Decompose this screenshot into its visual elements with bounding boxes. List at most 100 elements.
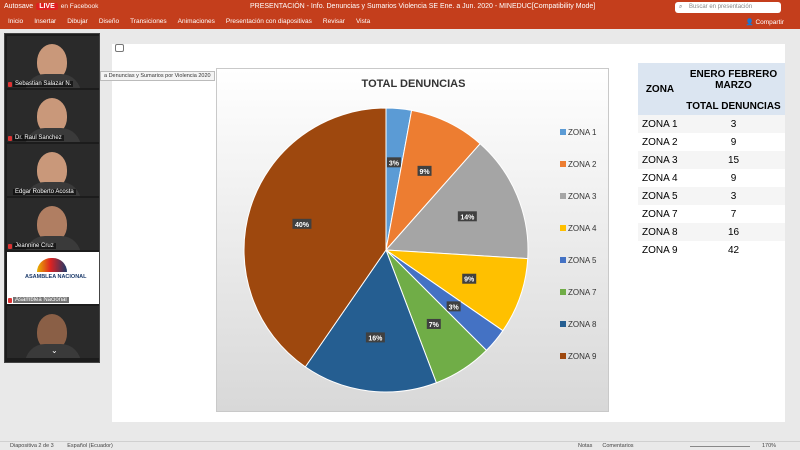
row-total: 7	[682, 205, 785, 223]
tab-transiciones[interactable]: Transiciones	[130, 18, 167, 25]
search-placeholder: Buscar en presentación	[689, 4, 753, 10]
legend-item: ZONA 4	[560, 224, 610, 234]
zoom-level[interactable]: 170%	[762, 443, 776, 449]
facebook-label: en Facebook	[60, 3, 99, 10]
legend-swatch	[560, 193, 566, 199]
legend-item: ZONA 7	[560, 288, 610, 298]
legend-item: ZONA 1	[560, 128, 610, 138]
row-total: 3	[682, 115, 785, 133]
legend-item: ZONA 9	[560, 352, 610, 362]
legend-swatch	[560, 129, 566, 135]
participant-name: Jeannine Cruz	[13, 243, 56, 249]
participant-tile[interactable]: Sebastian Salazar N.	[7, 36, 99, 88]
data-label: 9%	[464, 277, 475, 284]
asamblea-logo-icon	[37, 258, 67, 272]
table-row: ZONA 29	[638, 133, 785, 151]
share-button[interactable]: 👤 Compartir	[746, 18, 784, 26]
table-row: ZONA 49	[638, 169, 785, 187]
legend-label: ZONA 4	[568, 224, 597, 233]
legend-label: ZONA 8	[568, 320, 597, 329]
participant-name: Dr. Raul Sanchez	[13, 135, 64, 141]
tab-diseno[interactable]: Diseño	[99, 18, 119, 25]
tab-insertar[interactable]: Insertar	[34, 18, 56, 25]
zoom-slider[interactable]	[690, 446, 750, 447]
tab-revisar[interactable]: Revisar	[323, 18, 345, 25]
search-input[interactable]: ⌕ Buscar en presentación	[675, 2, 781, 13]
legend-swatch	[560, 257, 566, 263]
participant-tile[interactable]: Jeannine Cruz	[7, 198, 99, 250]
status-bar: Diapositiva 2 de 3 Español (Ecuador) Not…	[0, 441, 800, 450]
header-zona: ZONA	[638, 63, 682, 115]
data-label: 14%	[460, 214, 475, 221]
data-label: 3%	[389, 160, 400, 167]
row-total: 9	[682, 133, 785, 151]
legend-item: ZONA 3	[560, 192, 610, 202]
data-label: 9%	[419, 169, 430, 176]
window-title: PRESENTACIÓN - Info. Denuncias y Sumario…	[250, 3, 596, 10]
slide-counter: Diapositiva 2 de 3	[10, 443, 54, 449]
row-zona: ZONA 3	[638, 151, 682, 169]
participant-name: Sebastian Salazar N.	[13, 81, 74, 87]
row-total: 15	[682, 151, 785, 169]
legend-item: ZONA 2	[560, 160, 610, 170]
pie-chart: 3% 9% 14% 9% 3% 7% 16% 40%	[243, 107, 529, 393]
row-total: 42	[682, 241, 785, 259]
participant-name: Asamblea Nacional	[13, 297, 69, 303]
legend-swatch	[560, 321, 566, 327]
row-total: 9	[682, 169, 785, 187]
legend-item: ZONA 5	[560, 256, 610, 266]
legend-item: ZONA 8	[560, 320, 610, 330]
row-total: 3	[682, 187, 785, 205]
mic-muted-icon	[8, 82, 12, 87]
row-zona: ZONA 1	[638, 115, 682, 133]
tab-animaciones[interactable]: Animaciones	[178, 18, 215, 25]
row-zona: ZONA 7	[638, 205, 682, 223]
comment-icon[interactable]	[115, 44, 124, 52]
header-period: ENERO FEBRERO MARZO	[682, 63, 785, 97]
participant-tile[interactable]: Edgar Roberto Acosta	[7, 144, 99, 196]
notes-button[interactable]: Notas	[578, 443, 592, 449]
row-zona: ZONA 5	[638, 187, 682, 205]
participant-tile[interactable]: ASAMBLEA NACIONAL Asamblea Nacional	[7, 252, 99, 304]
row-zona: ZONA 4	[638, 169, 682, 187]
video-participants-panel: Sebastian Salazar N. Dr. Raul Sanchez Ed…	[4, 33, 100, 363]
tab-vista[interactable]: Vista	[356, 18, 370, 25]
mic-muted-icon	[8, 136, 12, 141]
share-label: Compartir	[755, 19, 784, 26]
language-indicator[interactable]: Español (Ecuador)	[67, 443, 113, 449]
title-bar: Autosave LIVE en Facebook PRESENTACIÓN -…	[0, 0, 800, 16]
participant-name: Edgar Roberto Acosta	[13, 189, 76, 195]
legend-swatch	[560, 353, 566, 359]
data-label: 3%	[449, 304, 460, 311]
participant-tile[interactable]: ⌄	[7, 306, 99, 358]
table-row: ZONA 3 15	[638, 151, 785, 169]
slide-tooltip: a Denuncias y Sumarios por Violencia 202…	[100, 71, 215, 81]
tab-presentacion[interactable]: Presentación con diapositivas	[226, 18, 312, 25]
row-zona: ZONA 9	[638, 241, 682, 259]
row-zona: ZONA 2	[638, 133, 682, 151]
data-label: 16%	[368, 335, 383, 342]
data-table: ZONA ENERO FEBRERO MARZO TOTAL DENUNCIAS…	[638, 63, 785, 259]
tab-inicio[interactable]: Inicio	[8, 18, 23, 25]
live-badge: LIVE	[36, 3, 58, 10]
legend-label: ZONA 5	[568, 256, 597, 265]
chevron-down-icon[interactable]: ⌄	[51, 346, 58, 355]
legend-label: ZONA 1	[568, 128, 597, 137]
table-row: ZONA 77	[638, 205, 785, 223]
logo-text: ASAMBLEA NACIONAL	[25, 274, 87, 280]
legend-label: ZONA 3	[568, 192, 597, 201]
mic-muted-icon	[8, 244, 12, 249]
table-row: ZONA 8 16	[638, 223, 785, 241]
legend-label: ZONA 2	[568, 160, 597, 169]
legend-label: ZONA 7	[568, 288, 597, 297]
participant-tile[interactable]: Dr. Raul Sanchez	[7, 90, 99, 142]
comments-button[interactable]: Comentarios	[602, 443, 633, 449]
autosave-label[interactable]: Autosave	[4, 3, 33, 10]
table-row: ZONA 13	[638, 115, 785, 133]
table-row: ZONA 9 42	[638, 241, 785, 259]
row-zona: ZONA 8	[638, 223, 682, 241]
share-icon: 👤	[745, 19, 756, 26]
tab-dibujar[interactable]: Dibujar	[67, 18, 88, 25]
table-row: ZONA 53	[638, 187, 785, 205]
header-total: TOTAL DENUNCIAS	[682, 97, 785, 115]
